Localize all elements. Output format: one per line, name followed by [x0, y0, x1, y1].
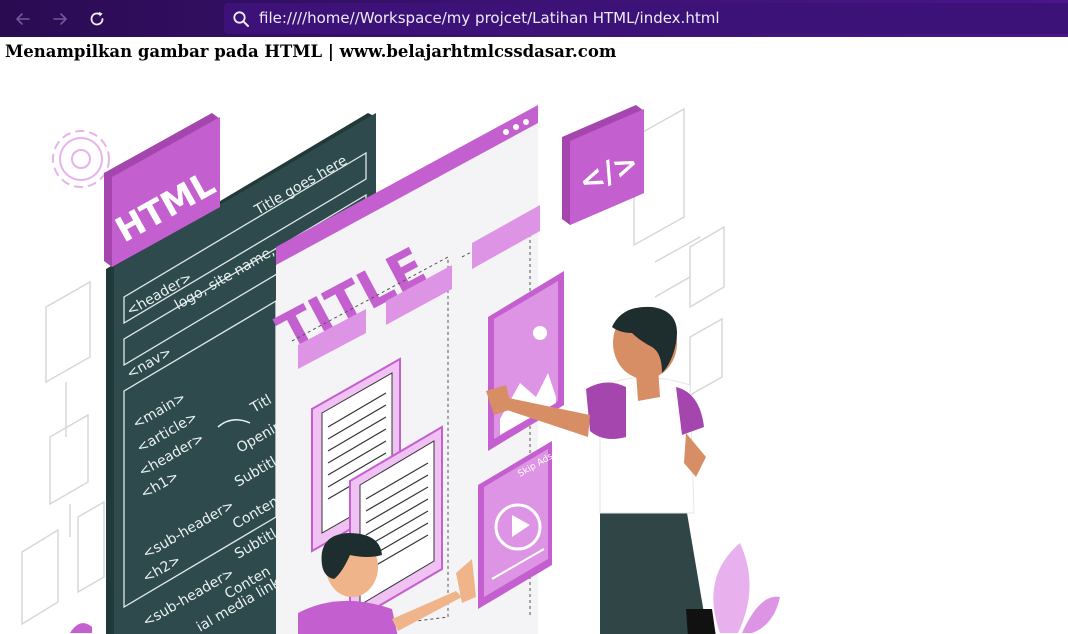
window-dot	[513, 124, 519, 130]
back-button[interactable]	[11, 7, 35, 31]
page-heading: Menampilkan gambar pada HTML | www.belaj…	[5, 42, 617, 61]
window-dot	[503, 129, 509, 135]
forward-button[interactable]	[48, 7, 72, 31]
arrow-left-icon	[16, 13, 30, 25]
illustration-svg: Title goes here <header> logo, site name…	[21, 105, 780, 634]
browser-toolbar: file:////home//Workspace/my projcet/Lati…	[0, 0, 1068, 37]
gear-icon	[52, 130, 110, 188]
reload-icon	[90, 11, 104, 26]
code-badge: </>	[562, 105, 644, 225]
window-dot	[523, 119, 529, 125]
arrow-right-icon	[53, 13, 67, 25]
page-content: Menampilkan gambar pada HTML | www.belaj…	[0, 37, 1068, 634]
reload-button[interactable]	[85, 7, 109, 31]
address-bar[interactable]: file:////home//Workspace/my projcet/Lati…	[224, 3, 1068, 34]
url-text[interactable]: file:////home//Workspace/my projcet/Lati…	[259, 9, 720, 27]
search-icon	[233, 11, 249, 27]
web-design-illustration: Title goes here <header> logo, site name…	[0, 97, 1068, 634]
